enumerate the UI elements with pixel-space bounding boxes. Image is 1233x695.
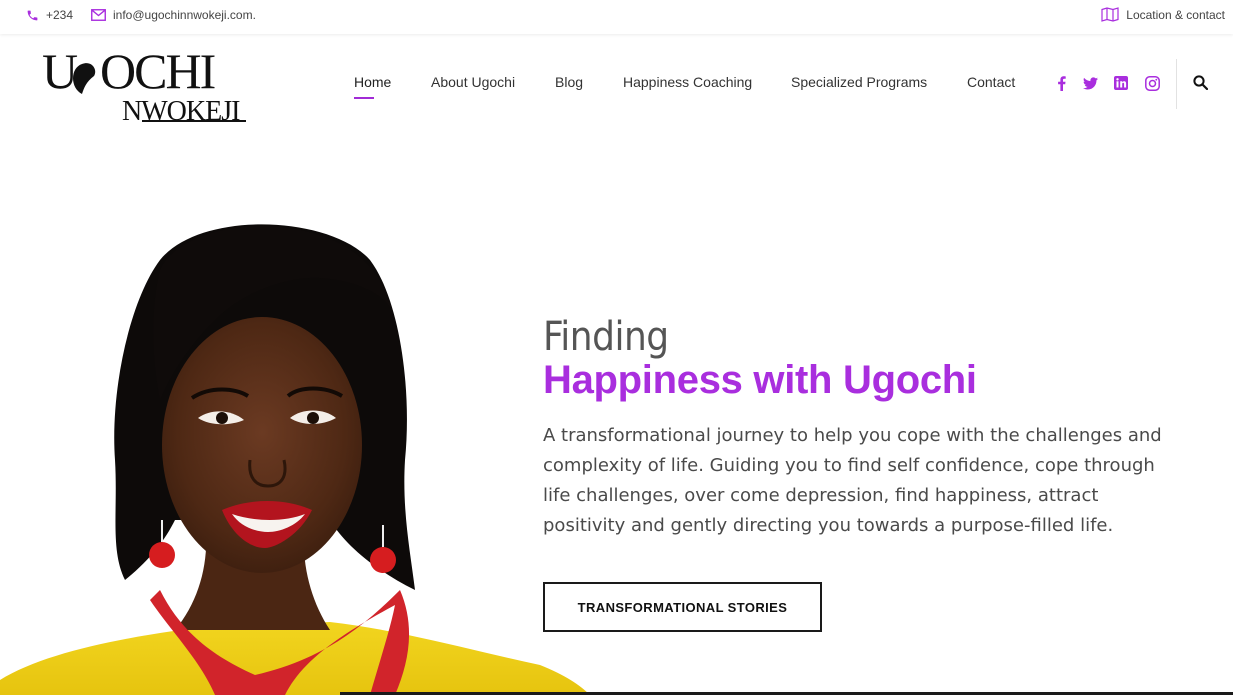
instagram-icon[interactable]: [1143, 74, 1161, 92]
svg-text:NWOKEJI: NWOKEJI: [122, 96, 240, 127]
phone-contact[interactable]: +234: [26, 8, 73, 22]
hero-portrait: [0, 160, 600, 695]
email-address: info@ugochinnwokeji.com.: [113, 8, 256, 22]
nav-home[interactable]: Home: [354, 73, 391, 91]
facebook-icon[interactable]: [1052, 74, 1070, 92]
nav-about[interactable]: About Ugochi: [431, 73, 515, 91]
nav-blog[interactable]: Blog: [555, 73, 583, 91]
site-logo[interactable]: U OCHI NWOKEJI: [42, 43, 252, 127]
search-icon[interactable]: [1193, 75, 1209, 95]
hero-title: Happiness with Ugochi: [543, 358, 977, 402]
nav-happiness-coaching[interactable]: Happiness Coaching: [623, 73, 752, 91]
map-icon: [1101, 7, 1119, 22]
hero-description: A transformational journey to help you c…: [543, 425, 1162, 536]
location-label: Location & contact: [1126, 7, 1225, 22]
linkedin-icon[interactable]: [1112, 74, 1130, 92]
email-contact[interactable]: info@ugochinnwokeji.com.: [91, 8, 256, 22]
logo-mark: U OCHI NWOKEJI: [42, 43, 246, 127]
svg-text:OCHI: OCHI: [100, 48, 215, 99]
location-contact-link[interactable]: Location & contact: [1101, 7, 1225, 22]
site-header: U OCHI NWOKEJI Home About Ugochi Blog Ha…: [0, 34, 1233, 134]
nav-active-underline: [354, 97, 374, 99]
twitter-icon[interactable]: [1081, 74, 1099, 92]
logo-face-silhouette: [73, 63, 96, 94]
logo-line1-glyphs: U: [42, 48, 78, 99]
top-bar: +234 info@ugochinnwokeji.com. Location &…: [0, 0, 1233, 34]
phone-number: +234: [46, 8, 74, 22]
mail-icon: [91, 9, 106, 21]
nav-specialized-programs[interactable]: Specialized Programs: [791, 73, 927, 91]
phone-icon: [26, 9, 39, 22]
transformational-stories-button[interactable]: TRANSFORMATIONAL STORIES: [543, 582, 822, 632]
hero-pretitle: Finding: [543, 314, 669, 360]
hero-text: Finding Happiness with Ugochi A transfor…: [543, 314, 1203, 541]
nav-contact[interactable]: Contact: [967, 73, 1015, 91]
header-divider: [1176, 59, 1177, 109]
